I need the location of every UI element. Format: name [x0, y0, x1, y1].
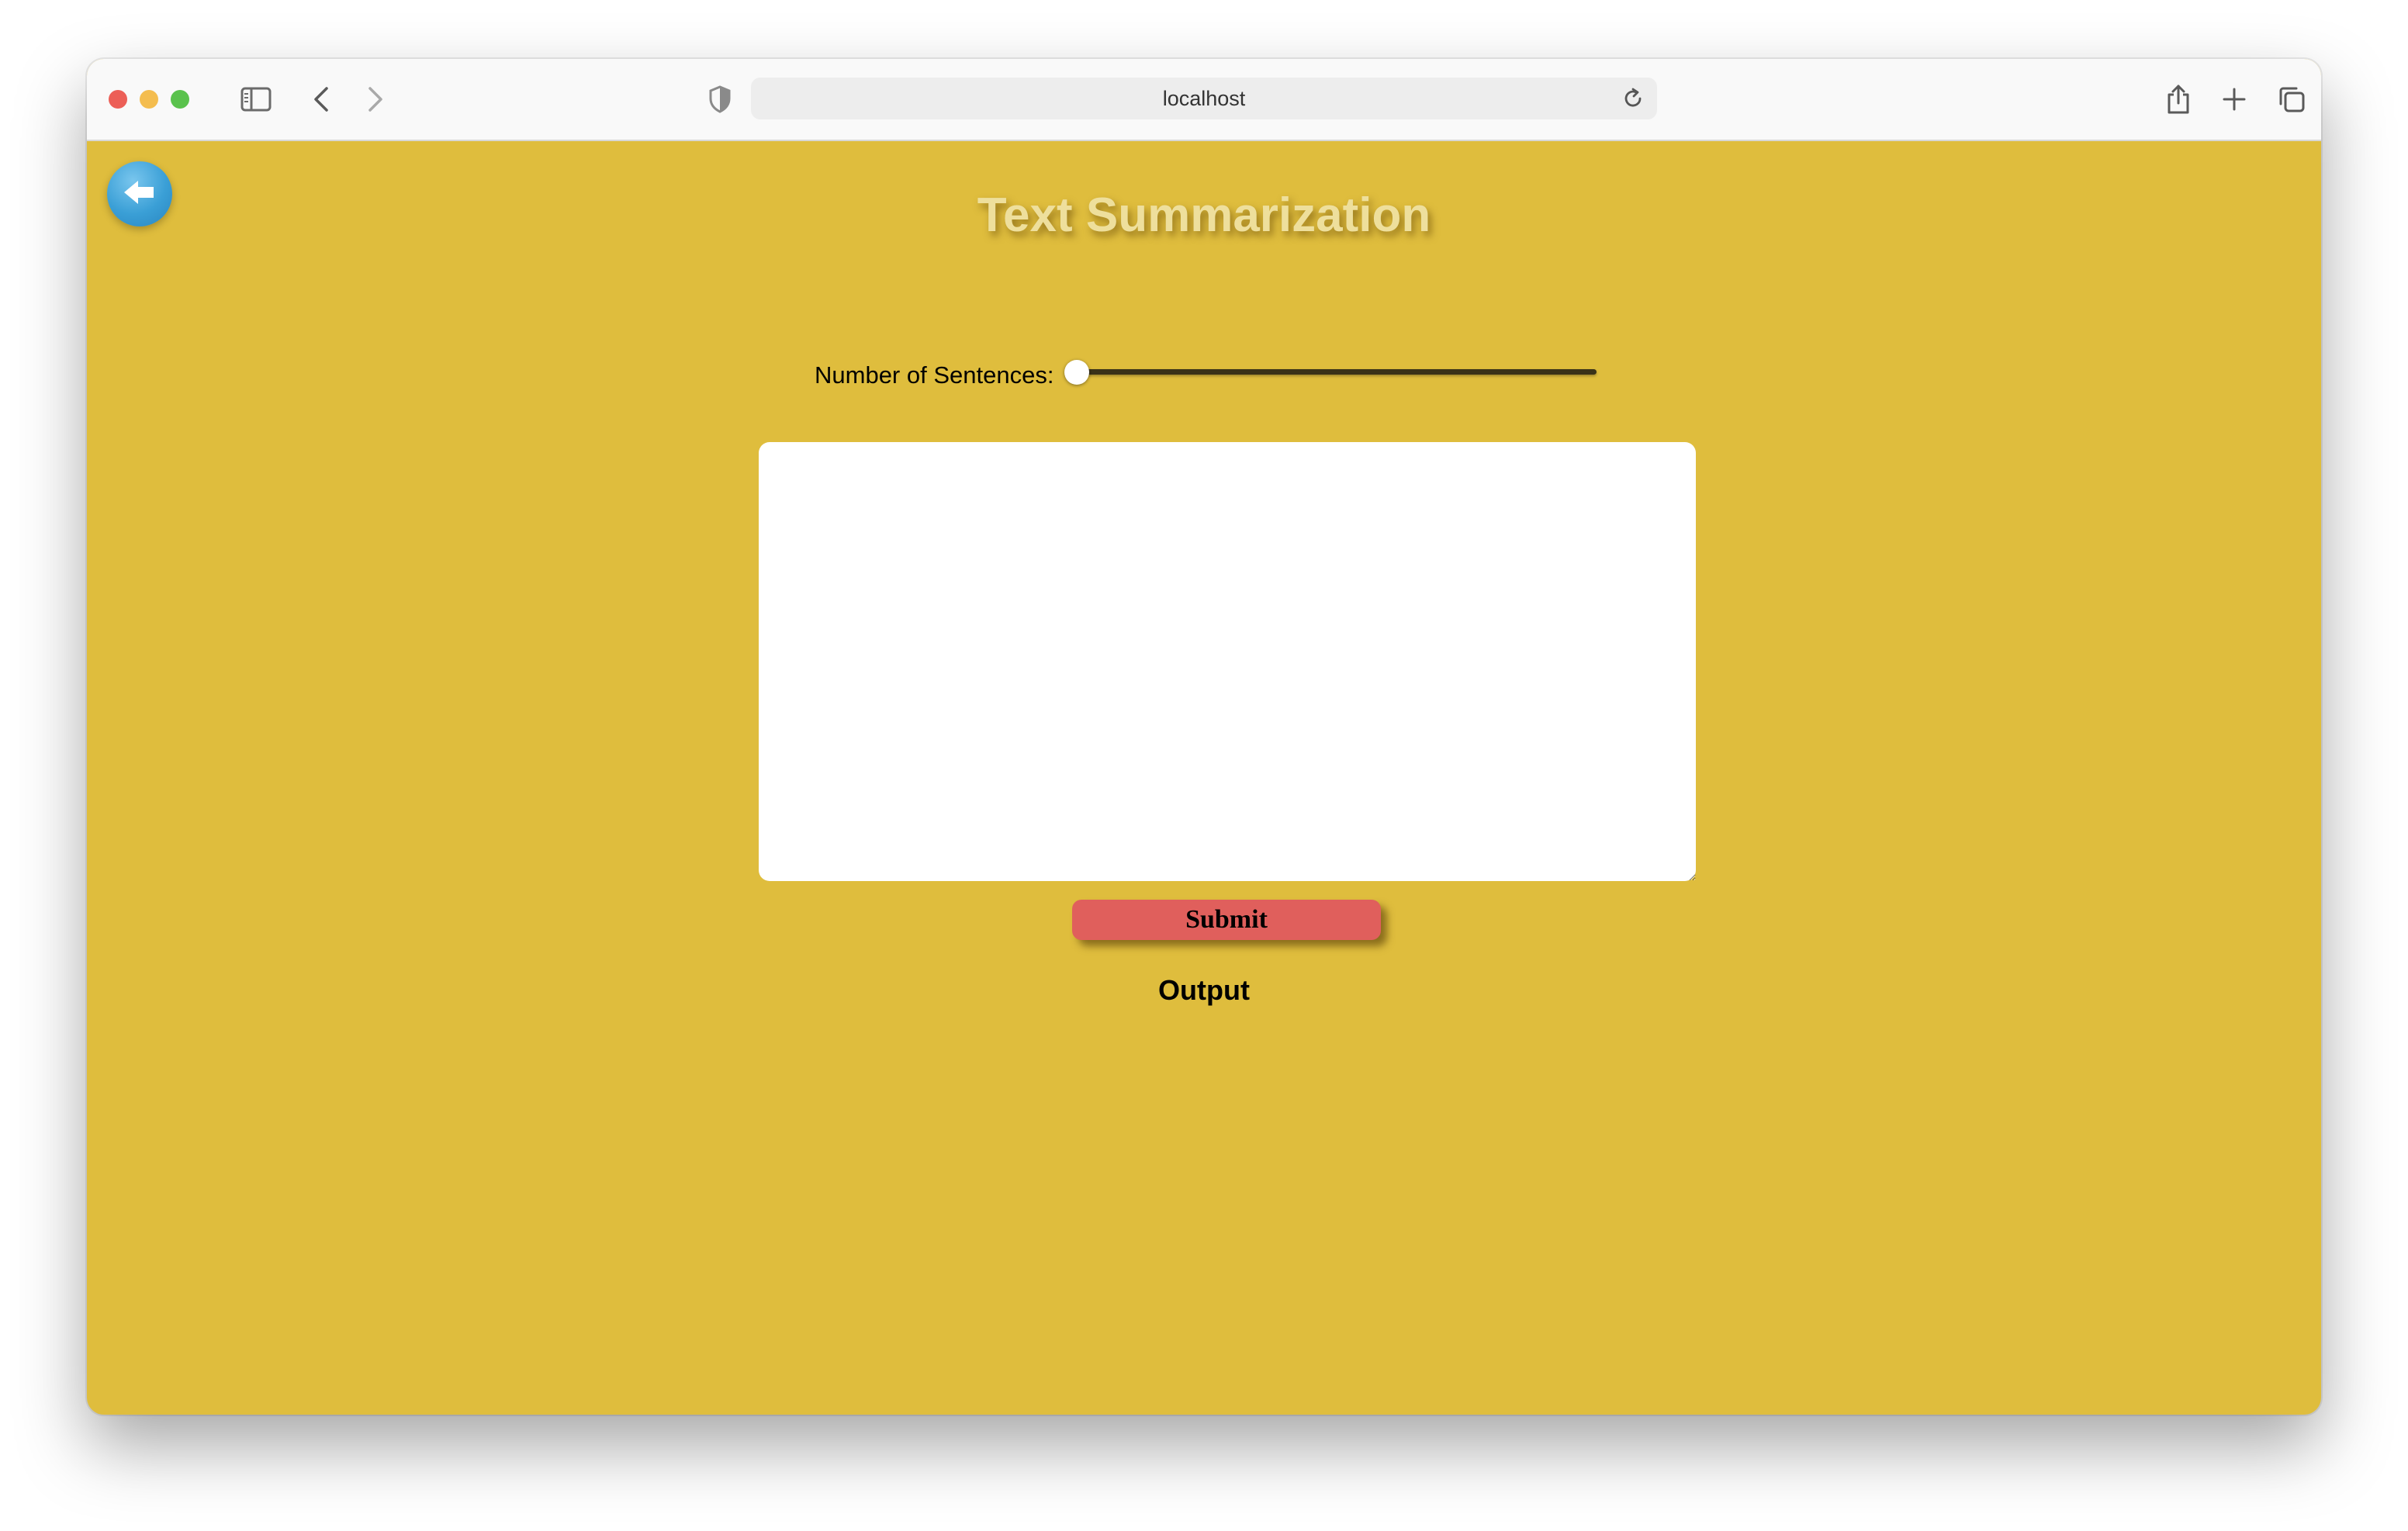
page-title: Text Summarization: [977, 188, 1431, 242]
browser-window: localhost Text Summarization Number of S…: [87, 59, 2321, 1415]
share-icon[interactable]: [2163, 82, 2194, 116]
submit-button[interactable]: Submit: [1072, 900, 1381, 940]
browser-toolbar: localhost: [87, 59, 2321, 141]
slider-rail: [1066, 369, 1597, 375]
shield-icon[interactable]: [706, 82, 734, 116]
address-text: localhost: [1162, 86, 1246, 110]
address-bar[interactable]: localhost: [751, 78, 1657, 119]
minimize-window-button[interactable]: [140, 90, 158, 109]
new-tab-icon[interactable]: [2219, 82, 2250, 116]
reload-icon[interactable]: [1621, 87, 1645, 116]
back-arrow-icon[interactable]: [306, 82, 337, 116]
tab-overview-icon[interactable]: [2276, 82, 2307, 116]
forward-arrow-icon[interactable]: [360, 82, 391, 116]
sentences-slider-label: Number of Sentences:: [815, 361, 1054, 389]
text-input-area[interactable]: [759, 442, 1696, 881]
close-window-button[interactable]: [109, 90, 127, 109]
output-heading: Output: [1158, 974, 1250, 1006]
sidebar-icon[interactable]: [239, 82, 273, 116]
slider-thumb[interactable]: [1064, 360, 1090, 385]
maximize-window-button[interactable]: [171, 90, 189, 109]
sentences-slider[interactable]: [1061, 354, 1597, 397]
sentences-slider-row: Number of Sentences:: [815, 354, 1597, 397]
